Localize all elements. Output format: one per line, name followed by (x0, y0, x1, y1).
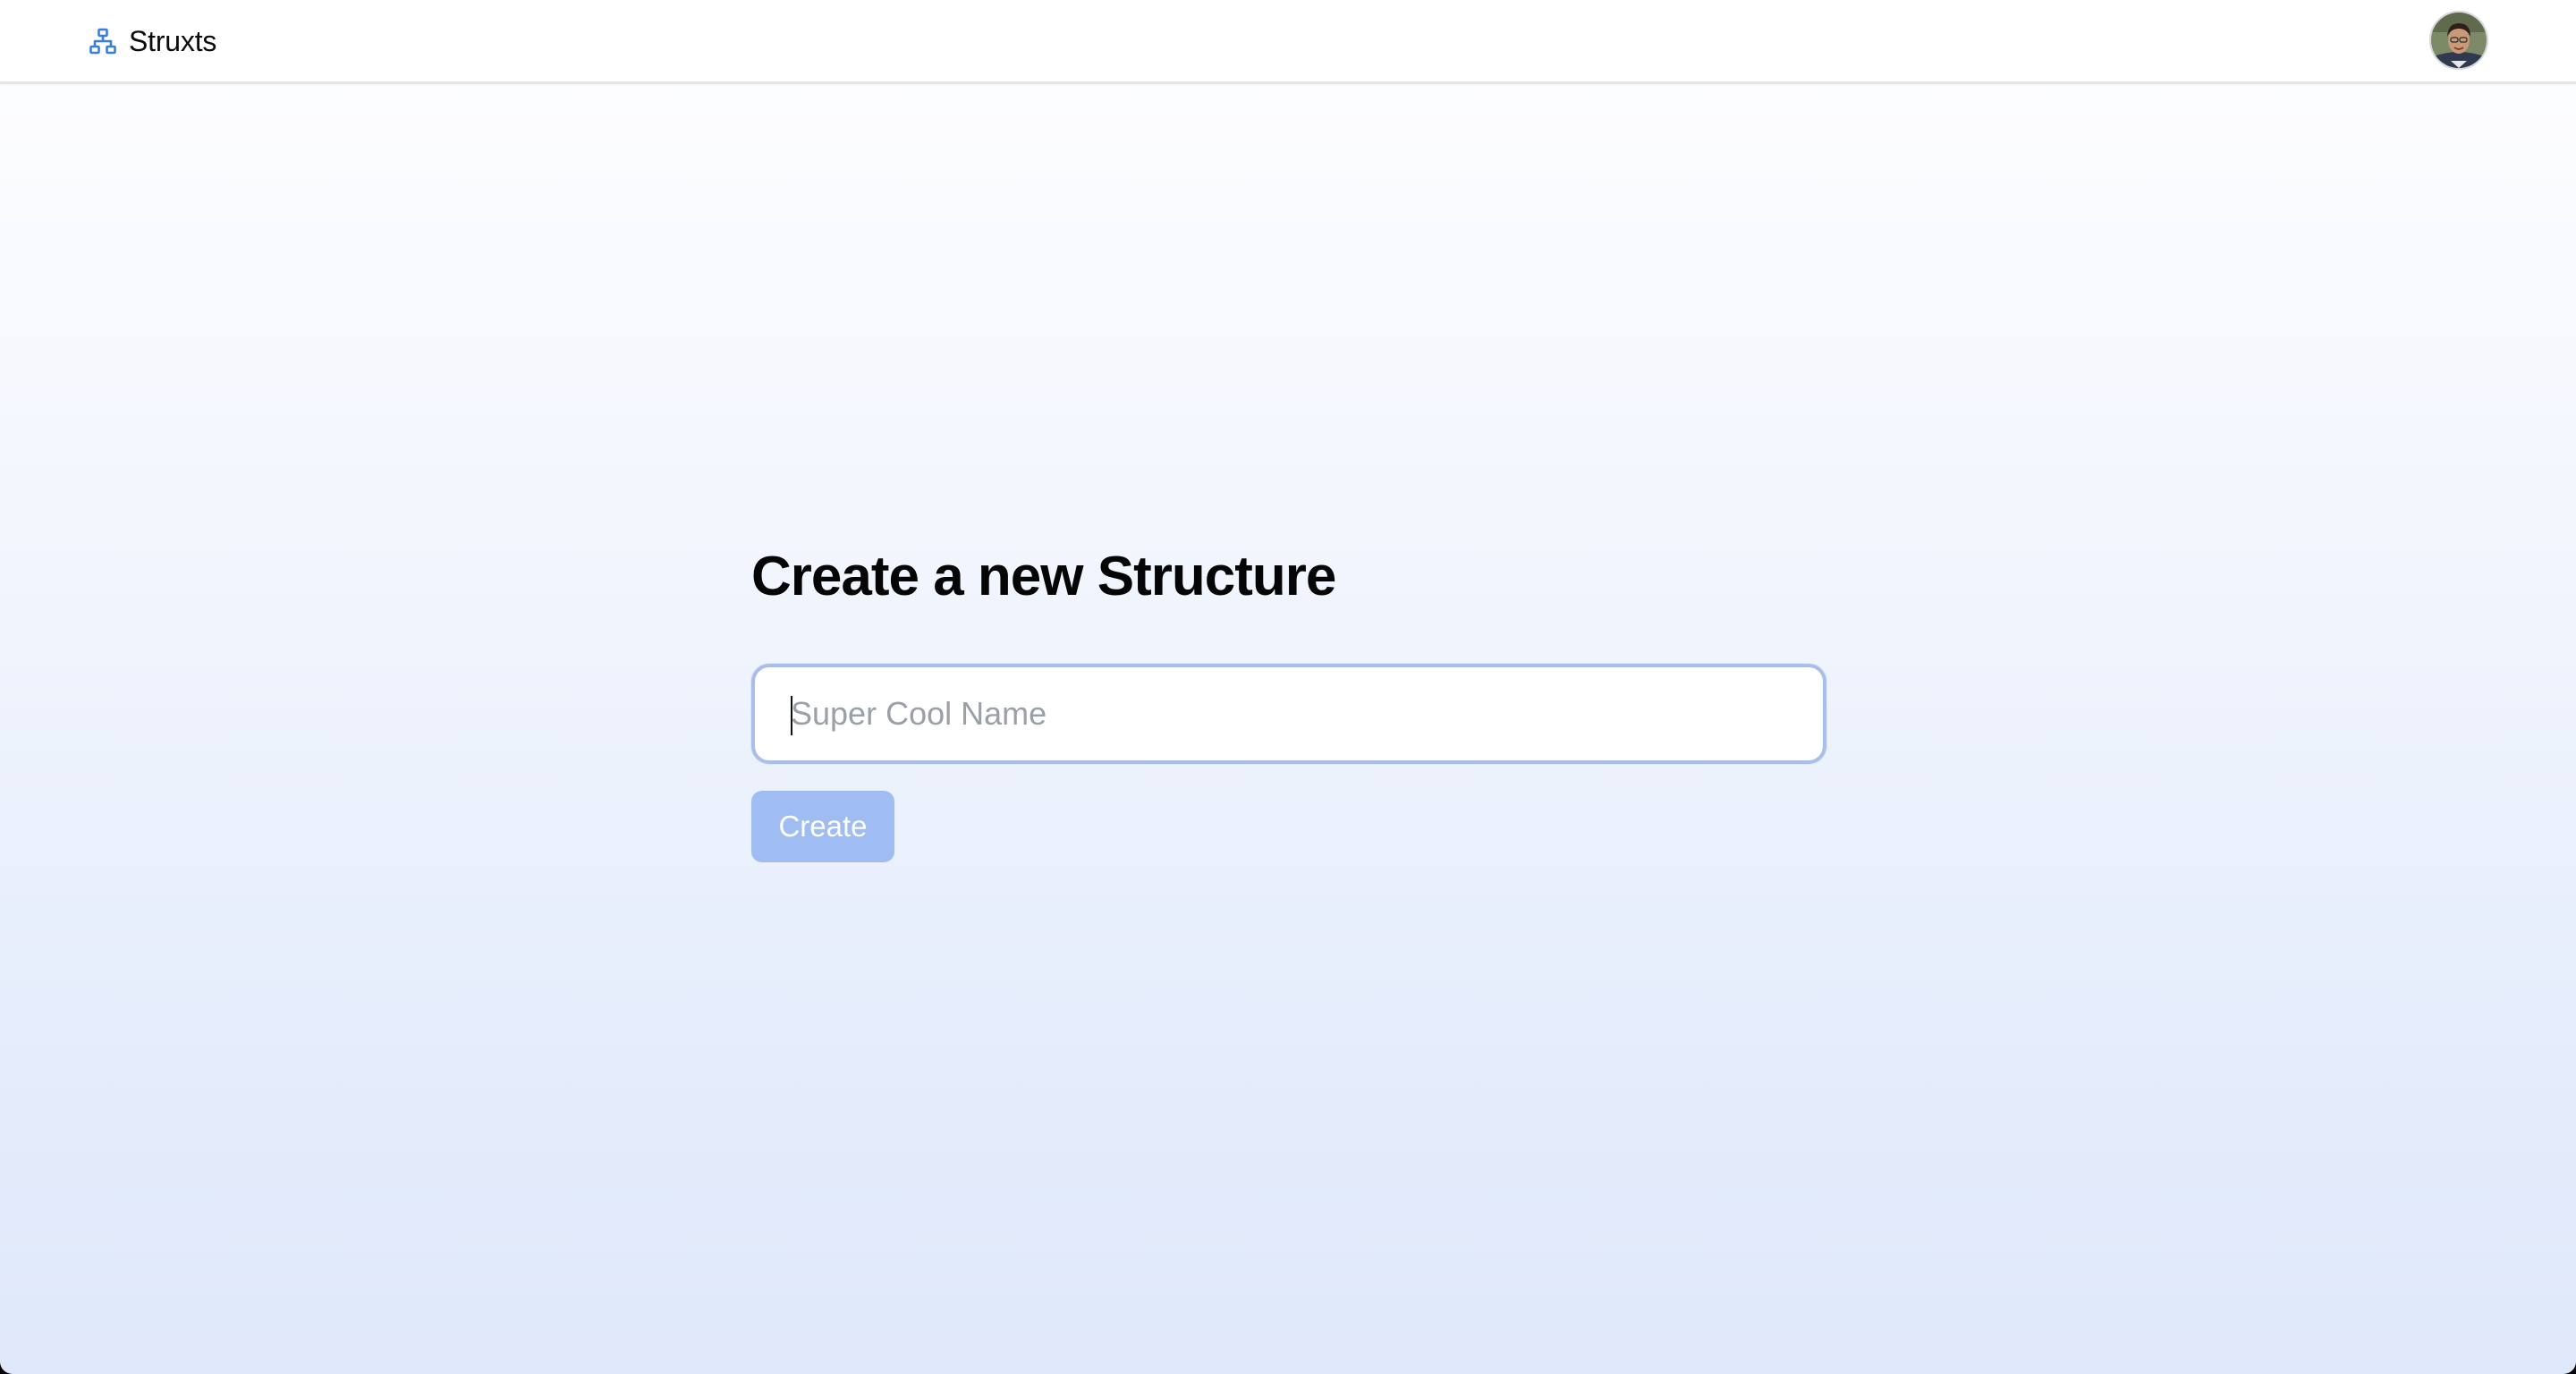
create-button[interactable]: Create (751, 791, 894, 862)
app-window: Struxts Create a new Structure Create (0, 0, 2576, 1374)
user-avatar[interactable] (2429, 11, 2488, 70)
text-caret (791, 696, 792, 735)
brand-home-link[interactable]: Struxts (89, 23, 216, 59)
structure-name-input[interactable] (755, 667, 1823, 760)
sitemap-icon (89, 28, 116, 55)
structure-name-field[interactable] (751, 664, 1826, 764)
app-name: Struxts (129, 24, 217, 57)
top-navbar: Struxts (0, 0, 2576, 84)
page-title: Create a new Structure (751, 546, 1336, 607)
create-structure-form: Create a new Structure Create (751, 537, 1826, 862)
